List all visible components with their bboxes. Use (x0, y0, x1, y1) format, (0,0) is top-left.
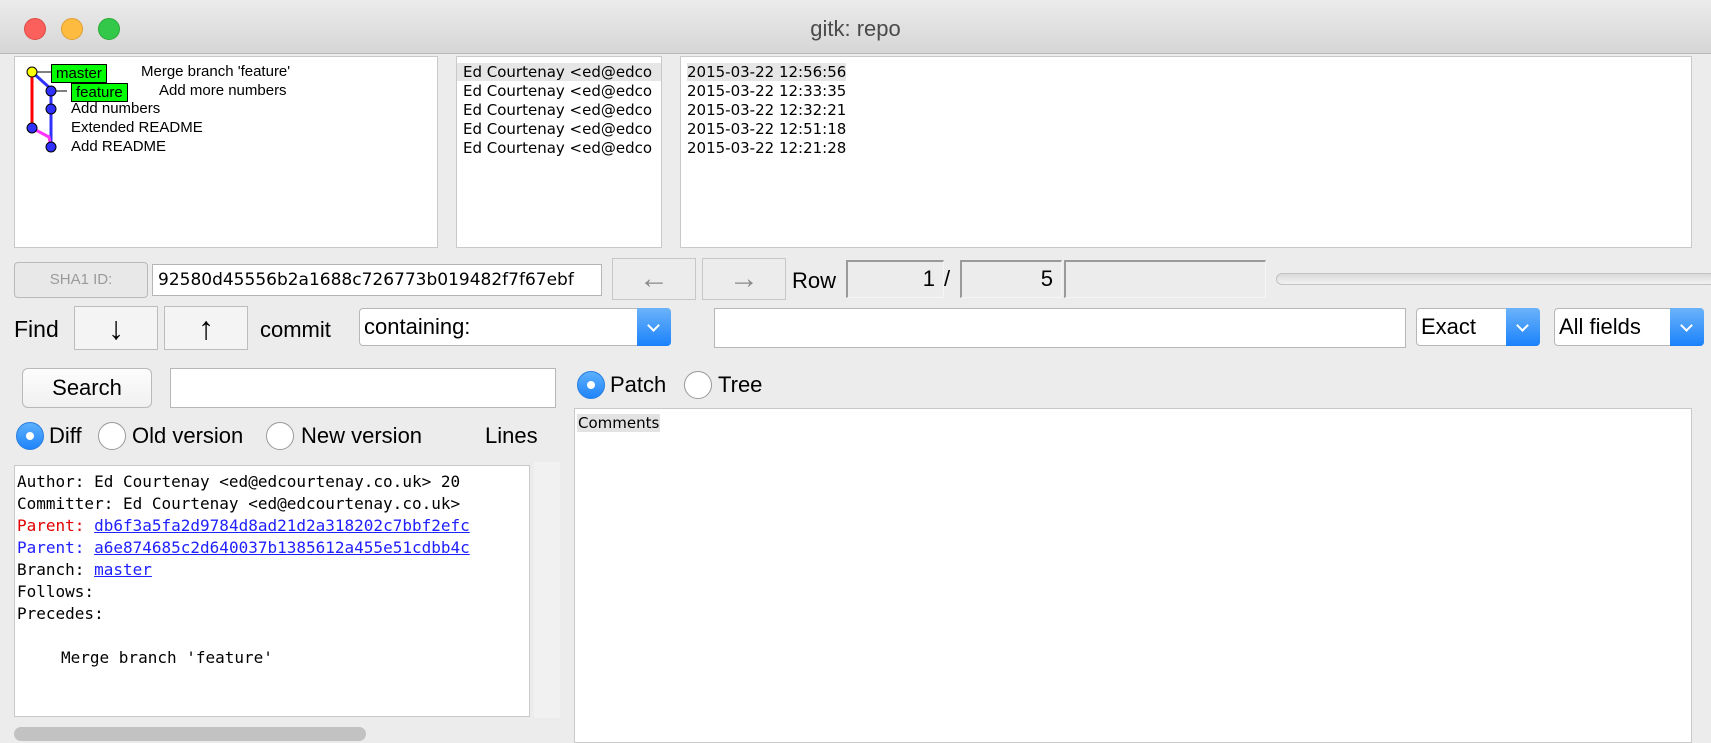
commit-node (45, 141, 57, 153)
sha1-id-field[interactable]: 92580d45556b2a1688c726773b019482f7f67ebf (152, 264, 602, 296)
precedes-line: Precedes: (17, 604, 104, 623)
old-version-label[interactable]: Old version (132, 423, 243, 449)
title-bar: gitk: repo (0, 0, 1711, 54)
back-button[interactable]: ← (612, 258, 696, 300)
commit-date[interactable]: 2015-03-22 12:56:56 (687, 63, 847, 81)
tree-radio[interactable] (684, 371, 712, 399)
branch-line: Branch: master (17, 560, 152, 579)
parent-label: Parent: (17, 538, 85, 557)
commit-author[interactable]: Ed Courtenay <ed@edco (457, 63, 661, 81)
status-field (1064, 260, 1266, 298)
diff-radio[interactable] (16, 422, 44, 450)
commit-graph-pane[interactable]: master Merge branch 'feature' feature Ad… (14, 56, 438, 248)
match-mode-value: Exact (1421, 314, 1477, 339)
new-version-radio[interactable] (266, 422, 294, 450)
arrow-down-icon: ↓ (108, 310, 124, 346)
find-next-button[interactable]: ↓ (74, 306, 158, 350)
patch-radio[interactable] (577, 371, 605, 399)
commit-details-pane[interactable]: Author: Ed Courtenay <ed@edcourtenay.co.… (14, 465, 530, 717)
committer-line: Committer: Ed Courtenay <ed@edcourtenay.… (17, 494, 461, 513)
find-text-input[interactable] (714, 308, 1406, 348)
follows-line: Follows: (17, 582, 95, 601)
parent-label: Parent: (17, 516, 85, 535)
parent-line: Parent: a6e874685c2d640037b1385612a455e5… (17, 538, 470, 557)
row-separator: / (944, 266, 951, 291)
branch-tag-master[interactable]: master (51, 64, 107, 83)
commit-message[interactable]: Add numbers (71, 99, 160, 119)
left-arrow-icon: ← (639, 262, 669, 295)
patch-label[interactable]: Patch (610, 372, 666, 398)
parent-sha-link[interactable]: a6e874685c2d640037b1385612a455e51cdbb4c (94, 538, 470, 557)
commit-node (26, 66, 38, 78)
diff-label[interactable]: Diff (49, 423, 82, 449)
search-fields-select[interactable]: All fields (1554, 308, 1704, 346)
window-title: gitk: repo (810, 16, 901, 41)
commit-author[interactable]: Ed Courtenay <ed@edco (463, 101, 652, 119)
find-label: Find (14, 316, 59, 342)
row-total: 5 (960, 260, 1062, 298)
author-pane[interactable]: Ed Courtenay <ed@edco Ed Courtenay <ed@e… (456, 56, 662, 248)
progress-bar (1276, 273, 1711, 285)
right-arrow-icon: → (729, 262, 759, 295)
find-type-value: containing: (364, 314, 471, 339)
commit-author[interactable]: Ed Courtenay <ed@edco (463, 82, 652, 100)
commit-date[interactable]: 2015-03-22 12:21:28 (687, 139, 846, 157)
search-button[interactable]: Search (22, 368, 152, 408)
branch-link[interactable]: master (94, 560, 152, 579)
find-previous-button[interactable]: ↑ (164, 306, 248, 350)
arrow-up-icon: ↑ (198, 310, 214, 346)
search-input[interactable] (170, 368, 556, 408)
commit-date[interactable]: 2015-03-22 12:51:18 (687, 120, 846, 138)
commit-message[interactable]: Extended README (71, 118, 203, 138)
branch-label: Branch: (17, 560, 85, 579)
author-line: Author: Ed Courtenay <ed@edcourtenay.co.… (17, 472, 461, 491)
row-label: Row (792, 268, 837, 293)
commit-node (45, 103, 57, 115)
date-pane[interactable]: 2015-03-22 12:56:56 2015-03-22 12:33:35 … (680, 56, 1692, 248)
tree-label[interactable]: Tree (718, 372, 762, 398)
match-mode-select[interactable]: Exact (1416, 308, 1540, 346)
chevron-down-icon (637, 308, 671, 346)
parent-line: Parent: db6f3a5fa2d9784d8ad21d2a318202c7… (17, 516, 470, 535)
new-version-label[interactable]: New version (301, 423, 422, 449)
commit-message[interactable]: Add more numbers (159, 81, 287, 101)
commit-author[interactable]: Ed Courtenay <ed@edco (463, 120, 652, 138)
sha1-id-button[interactable]: SHA1 ID: (14, 262, 148, 298)
file-list-pane[interactable]: Comments (574, 408, 1692, 743)
find-type-select[interactable]: containing: (359, 308, 671, 346)
commit-date[interactable]: 2015-03-22 12:32:21 (687, 101, 846, 119)
commit-date[interactable]: 2015-03-22 12:33:35 (687, 82, 846, 100)
commit-node (45, 85, 57, 97)
commit-graph (26, 66, 67, 153)
commit-message[interactable]: Merge branch 'feature' (141, 62, 290, 82)
details-scroll-thumb[interactable] (14, 727, 366, 741)
forward-button[interactable]: → (702, 258, 786, 300)
commit-message-body: Merge branch 'feature' (61, 648, 273, 667)
old-version-radio[interactable] (98, 422, 126, 450)
chevron-down-icon (1670, 308, 1704, 346)
details-vertical-scrollbar[interactable] (534, 462, 560, 718)
row-current: 1 (846, 260, 944, 298)
commit-message[interactable]: Add README (71, 137, 166, 157)
parent-sha-link[interactable]: db6f3a5fa2d9784d8ad21d2a318202c7bbf2efc (94, 516, 470, 535)
search-fields-value: All fields (1559, 314, 1641, 339)
chevron-down-icon (1506, 308, 1540, 346)
lines-label: Lines (485, 423, 538, 448)
comments-item[interactable]: Comments (577, 414, 661, 432)
commit-author[interactable]: Ed Courtenay <ed@edco (463, 139, 652, 157)
commit-node (26, 122, 38, 134)
find-commit-label: commit (260, 317, 331, 342)
